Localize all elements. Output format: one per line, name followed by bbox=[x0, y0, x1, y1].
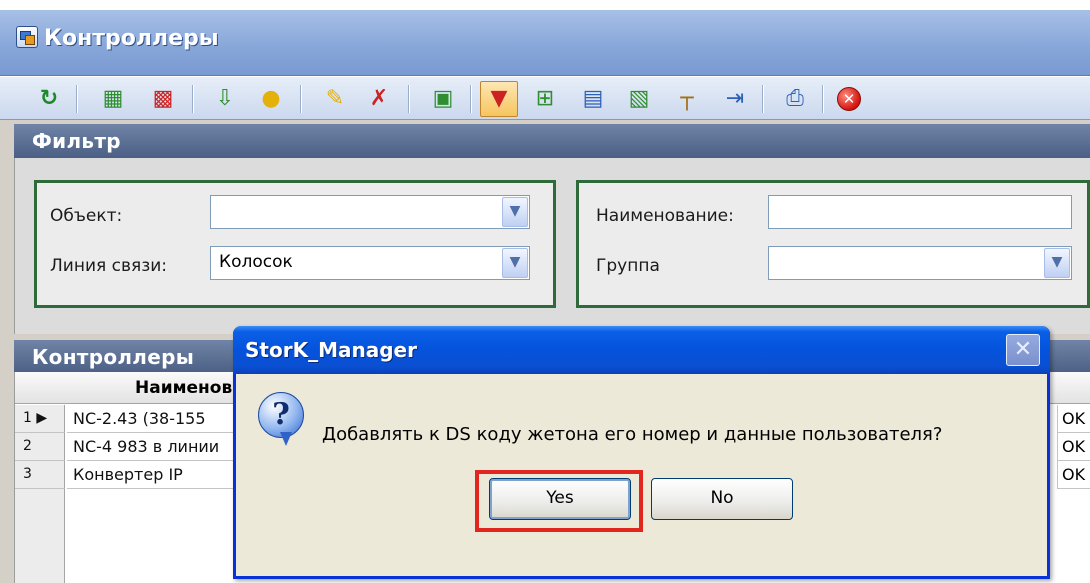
current-row-arrow-icon: ▶ bbox=[36, 410, 48, 426]
row-number: 2 bbox=[23, 438, 32, 454]
question-icon-tail bbox=[280, 432, 292, 446]
filter-panel-header: Фильтр bbox=[14, 124, 1090, 158]
add-row-icon[interactable]: ⊞ bbox=[526, 81, 564, 117]
object-combobox[interactable]: ▼ bbox=[210, 195, 530, 229]
toolbar-separator bbox=[822, 85, 824, 113]
table-icon[interactable]: ▤ bbox=[574, 81, 612, 117]
line-combobox-value: Колосок bbox=[219, 252, 293, 272]
row-number: 3 bbox=[23, 466, 32, 482]
toolbar-separator bbox=[408, 85, 410, 113]
row-number: 1 bbox=[23, 410, 32, 426]
dialog-message: Добавлять к DS коду жетона его номер и д… bbox=[322, 424, 943, 445]
no-button[interactable]: No bbox=[651, 478, 793, 520]
name-input[interactable] bbox=[768, 195, 1072, 229]
table-row-name[interactable]: NC-2.43 (38-155 bbox=[67, 405, 237, 433]
lightbulb-icon[interactable]: ● bbox=[252, 81, 290, 117]
print-icon[interactable]: ⎙ bbox=[776, 81, 814, 117]
row-indicator-empty bbox=[15, 489, 65, 583]
window-title: Контроллеры bbox=[44, 26, 219, 51]
delete-icon[interactable]: ▩ bbox=[144, 81, 182, 117]
table-row-name[interactable]: Конвертер IP bbox=[67, 461, 237, 489]
dialog-close-button[interactable]: ✕ bbox=[1006, 334, 1040, 366]
toolbar-separator bbox=[470, 85, 472, 113]
pin-icon[interactable]: ✎ bbox=[316, 81, 354, 117]
toolbar-separator bbox=[76, 85, 78, 113]
app-icon bbox=[16, 26, 38, 48]
toolbar-separator bbox=[300, 85, 302, 113]
image-icon[interactable]: ▧ bbox=[620, 81, 658, 117]
row-indicator[interactable]: 3 bbox=[15, 461, 65, 489]
object-label: Объект: bbox=[50, 206, 123, 226]
name-label: Наименование: bbox=[596, 206, 734, 226]
table-row-status[interactable]: OK bbox=[1057, 433, 1090, 461]
window-titlebar: Контроллеры bbox=[0, 0, 1090, 76]
toolbar-separator bbox=[762, 85, 764, 113]
yes-button[interactable]: Yes bbox=[489, 478, 631, 520]
tools-icon[interactable]: ✗ bbox=[360, 81, 398, 117]
table-row-status[interactable]: OK bbox=[1057, 405, 1090, 433]
controllers-window: Контроллеры ↻ ▦ ▩ ⇩ ● ✎ ✗ ▣ ▼ ⊞ ▤ ▧ ┬ ⇥ … bbox=[0, 0, 1090, 583]
chevron-down-icon[interactable]: ▼ bbox=[502, 197, 528, 227]
close-icon: ✕ bbox=[1013, 337, 1033, 362]
dialog-title: StorK_Manager bbox=[245, 338, 417, 362]
ruler-icon[interactable]: ┬ bbox=[668, 81, 706, 117]
table-row-name[interactable]: NC-4 983 в линии bbox=[67, 433, 237, 461]
align-icon[interactable]: ⇥ bbox=[716, 81, 754, 117]
edit-icon[interactable]: ▦ bbox=[94, 81, 132, 117]
chevron-down-icon[interactable]: ▼ bbox=[502, 248, 528, 278]
group-combobox[interactable]: ▼ bbox=[768, 246, 1072, 280]
line-label: Линия связи: bbox=[50, 256, 168, 276]
export-icon[interactable]: ▣ bbox=[424, 81, 462, 117]
confirm-dialog: StorK_Manager ✕ ? Добавлять к DS коду же… bbox=[233, 326, 1050, 579]
refresh-icon[interactable]: ↻ bbox=[30, 81, 68, 117]
column-header-name[interactable]: Наименов bbox=[135, 378, 232, 398]
sort-icon[interactable]: ⇩ bbox=[206, 81, 244, 117]
row-indicator[interactable]: 1 ▶ bbox=[15, 405, 65, 433]
dialog-titlebar[interactable]: StorK_Manager ✕ bbox=[233, 326, 1050, 374]
line-combobox[interactable]: Колосок ▼ bbox=[210, 246, 530, 280]
chevron-down-icon[interactable]: ▼ bbox=[1044, 248, 1070, 278]
row-indicator[interactable]: 2 bbox=[15, 433, 65, 461]
close-icon[interactable]: ✕ bbox=[830, 81, 868, 117]
toolbar: ↻ ▦ ▩ ⇩ ● ✎ ✗ ▣ ▼ ⊞ ▤ ▧ ┬ ⇥ ⎙ ✕ bbox=[0, 76, 1090, 120]
group-label: Группа bbox=[596, 256, 660, 276]
toolbar-separator bbox=[192, 85, 194, 113]
table-row-status[interactable]: OK bbox=[1057, 461, 1090, 489]
filter-clear-icon[interactable]: ▼ bbox=[480, 81, 518, 117]
